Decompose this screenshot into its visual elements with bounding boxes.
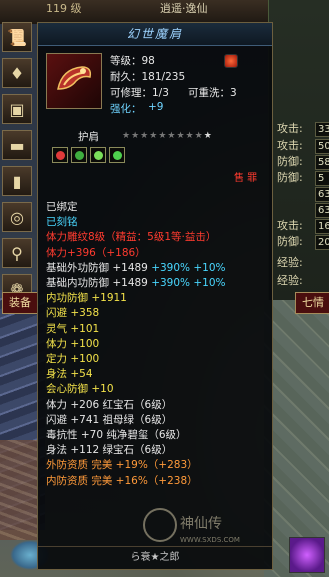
site-watermark-logo: 神仙传 WWW.SXDS.COM — [143, 508, 240, 544]
attribute-line: 基础内功防御 +1489 +390% +10% — [46, 275, 226, 290]
equipment-slot-4[interactable]: ▬ — [2, 130, 32, 160]
stat-label: 防御: — [277, 235, 303, 248]
equipment-slot-column: 📜 ♦ ▣ ▬ ▮ ◎ ⚲ ❁ — [0, 20, 34, 310]
enhance-label: 强化： — [110, 103, 142, 115]
gem-slot-row — [52, 147, 125, 163]
sale-tag: 售 罪 — [234, 173, 258, 184]
star-icon: ★ — [131, 131, 141, 141]
attribute-line: 身法 +54 — [46, 368, 93, 381]
stat-value: 63 — [315, 203, 329, 218]
ground-scenery — [264, 300, 329, 577]
star-icon: ★ — [149, 131, 159, 141]
gem-slot — [109, 147, 125, 163]
stat-label: 防御: — [277, 171, 303, 184]
attribute-line: 外防资质 完美 +19%（+283） — [46, 459, 198, 472]
attribute-bonus: +390% +10% — [151, 277, 226, 289]
stat-value: 63 — [315, 187, 329, 202]
equipment-tab[interactable]: 装备 — [2, 292, 38, 314]
star-icon: ★ — [140, 131, 150, 141]
equipment-slot-7[interactable]: ⚲ — [2, 238, 32, 268]
gem-slot — [52, 147, 68, 163]
star-icon: ★ — [122, 131, 132, 141]
attribute-line: 体力 +100 — [46, 337, 100, 350]
stat-label: 攻击: — [277, 122, 303, 135]
attribute-line: 体力+396（+186） — [46, 246, 146, 259]
svg-text:WWW.SXDS.COM: WWW.SXDS.COM — [180, 536, 240, 544]
attribute-line: 灵气 +101 — [46, 322, 100, 335]
stat-label: 防御: — [277, 155, 303, 168]
experience-label: 经验: — [277, 274, 303, 287]
bind-status-icon — [224, 54, 238, 68]
gem-slot — [71, 147, 87, 163]
skill-slot-icon[interactable] — [289, 537, 325, 573]
star-icon-lit: ★ — [203, 131, 213, 141]
character-level: 119 级 — [46, 2, 82, 15]
emerald-gem-icon — [74, 150, 84, 160]
attribute-line: 体力 +206 红宝石（6级） — [46, 398, 173, 411]
attribute-line: 已刻铭 — [46, 216, 78, 229]
item-repair-count: 可修理：1/3 — [110, 87, 169, 99]
equipment-slot-5[interactable]: ▮ — [2, 166, 32, 196]
equipment-slot-2[interactable]: ♦ — [2, 58, 32, 88]
stat-value: 50 — [315, 139, 329, 154]
stats-panel: 攻击: 33 攻击: 50 防御: 58 防御: 5 63 63 攻击: 16 … — [268, 0, 329, 300]
tourmaline-gem-icon — [93, 150, 103, 160]
stat-value: 33 — [315, 122, 329, 137]
equipment-slot-3[interactable]: ▣ — [2, 94, 32, 124]
item-tooltip: 幻世魔肩 等级：98 耐久：181/235 可修理：1/3 可重洗：3 强化： … — [37, 22, 273, 570]
attribute-text: 基础外功防御 +1489 — [46, 261, 152, 274]
enhance-value: +9 — [148, 101, 164, 113]
seven-emotions-tab[interactable]: 七情 — [295, 292, 329, 314]
attribute-line: 闪避 +358 — [46, 307, 100, 320]
equipment-slot-6[interactable]: ◎ — [2, 202, 32, 232]
star-icon: ★ — [185, 131, 195, 141]
attribute-line: 内功防御 +1911 — [46, 292, 127, 305]
attribute-line: 定力 +100 — [46, 353, 100, 365]
attribute-text: 基础内功防御 +1489 — [46, 277, 152, 289]
green-gem-icon — [112, 150, 122, 160]
attribute-line: 内防资质 完美 +16%（+238） — [46, 474, 198, 487]
equipment-slot-1[interactable]: 📜 — [2, 22, 32, 52]
star-icon: ★ — [194, 131, 204, 141]
slot-type: 护肩 — [78, 131, 99, 143]
shoulder-armor-icon — [46, 53, 102, 109]
experience-label: 经验: — [277, 256, 303, 269]
stat-value: 20 — [315, 235, 329, 250]
star-icon: ★ — [176, 131, 186, 141]
attribute-line: 基础外功防御 +1489 +390% +10% — [46, 260, 226, 275]
attribute-line: 已绑定 — [46, 201, 78, 213]
roof-scenery — [0, 440, 40, 540]
stat-value: 5 — [315, 171, 329, 186]
stat-label: 攻击: — [277, 139, 303, 152]
star-rating: ★★★★★★★★★★ — [122, 131, 213, 141]
item-level: 等级：98 — [110, 55, 155, 67]
item-rewash-count: 可重洗：3 — [188, 87, 237, 99]
gem-slot — [90, 147, 106, 163]
attribute-line: 闪避 +741 祖母绿（6级） — [46, 413, 173, 426]
stat-value: 58 — [315, 155, 329, 170]
item-durability: 耐久：181/235 — [110, 71, 186, 83]
attribute-line: 毒抗性 +70 纯净碧玺（6级） — [46, 429, 187, 441]
item-title: 幻世魔肩 — [126, 27, 183, 41]
attribute-line: 会心防御 +10 — [46, 383, 114, 396]
item-title-bar: 幻世魔肩 — [38, 23, 272, 46]
attribute-bonus: +390% +10% — [151, 261, 226, 274]
attribute-line: 身法 +112 绿宝石（6级） — [46, 444, 173, 457]
svg-text:神仙传: 神仙传 — [180, 516, 222, 532]
attribute-line: 体力雕纹8级（精益：5级1等·益击） — [46, 231, 217, 244]
character-name: 逍遥·逸仙 — [160, 2, 208, 15]
ruby-gem-icon — [55, 150, 65, 160]
stat-value: 16 — [315, 219, 329, 234]
stat-label: 攻击: — [277, 219, 303, 232]
